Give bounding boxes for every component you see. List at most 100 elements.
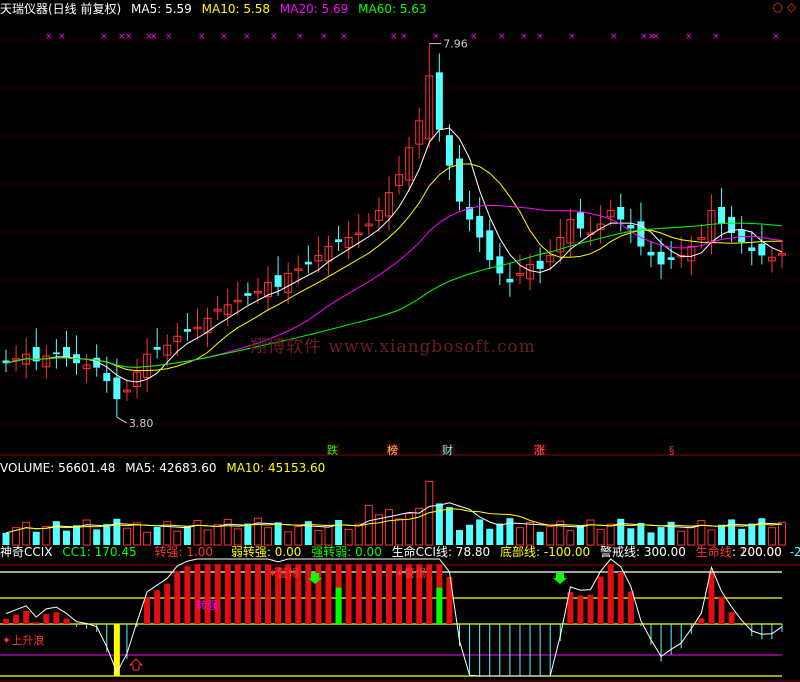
up-arrow-icon <box>128 658 144 671</box>
top-x-marker: × <box>400 32 408 42</box>
cci-bar-up <box>23 611 30 624</box>
cci-bar-up <box>194 564 201 624</box>
volume-bar-up <box>133 522 142 546</box>
cci-bar-up <box>355 564 362 624</box>
cci-bar-up <box>708 572 715 624</box>
candle-body-down <box>657 251 665 265</box>
candle-body-down <box>758 243 766 256</box>
volume-bar-down <box>627 528 635 545</box>
volume-bar-down <box>576 525 584 545</box>
candle-body-down <box>617 206 625 220</box>
volume-bar-up <box>767 527 776 546</box>
cci-bar-up <box>214 564 221 624</box>
event-marker: 跌 <box>327 443 338 457</box>
volume-bar-up <box>586 519 595 546</box>
volume-bar-down <box>506 518 514 545</box>
volume-bar-down <box>153 527 161 545</box>
shengming-cci-value: 生命CCI线: 78.80 <box>391 545 491 559</box>
volume-bar-up <box>566 530 575 546</box>
cci-bar-up <box>164 583 171 624</box>
top-x-marker: × <box>165 32 173 42</box>
cci-bar-up <box>375 564 382 624</box>
candle-body-down <box>486 230 494 260</box>
cci-bar-signal <box>335 587 342 624</box>
top-x-marker: × <box>470 32 478 42</box>
candle-body-down <box>445 135 453 166</box>
top-x-marker: × <box>536 32 544 42</box>
event-marker: 财 <box>442 443 453 457</box>
volume-bar-up <box>515 527 524 546</box>
volume-bar-up <box>526 521 535 546</box>
volume-bar-up <box>264 527 273 546</box>
candle-body-down <box>304 261 312 265</box>
volume-bar-up <box>193 520 202 546</box>
volume-bar-up <box>687 525 696 546</box>
volume-bar-down <box>274 522 282 545</box>
cci-bar-up <box>144 596 151 624</box>
cci-bar-up <box>617 572 624 624</box>
volume-bar-down <box>486 528 494 545</box>
volume-bar-down <box>113 518 121 545</box>
volume-bar-down <box>496 523 504 545</box>
volume-bar-up <box>324 524 333 546</box>
volume-bar-down <box>435 503 443 545</box>
volume-bar-up <box>22 521 31 546</box>
candle-body-down <box>506 278 514 283</box>
candle-body-down <box>738 229 746 242</box>
top-x-marker: × <box>568 32 576 42</box>
volume-bar-up <box>395 518 404 546</box>
down-arrow-icon <box>553 573 567 584</box>
top-x-marker: × <box>220 32 228 42</box>
cci-bar-up <box>53 612 60 624</box>
volume-bar-up <box>314 530 323 546</box>
volume-bar-down <box>93 529 101 545</box>
volume-bar-down <box>476 519 484 545</box>
volume-ma5-line <box>5 502 783 534</box>
cci-bar-signal <box>436 587 443 624</box>
candle-body-down <box>476 215 484 238</box>
volume-bar-down <box>73 525 81 545</box>
volume-bar-up <box>122 527 131 546</box>
cci-bar-up <box>174 571 181 624</box>
volume-bar-down <box>647 532 655 545</box>
top-x-marker: × <box>390 32 398 42</box>
volume-bar-up <box>143 531 152 546</box>
top-x-marker: × <box>520 32 528 42</box>
top-x-marker: × <box>652 32 660 42</box>
volume-bar-down <box>52 521 60 545</box>
volume-bar-down <box>32 531 40 545</box>
cci-bar-up <box>728 612 735 624</box>
candle-body-down <box>113 377 121 400</box>
candle-body-down <box>335 239 343 242</box>
top-x-marker: × <box>685 32 693 42</box>
top-x-marker: × <box>58 32 66 42</box>
volume-bar-up <box>606 523 615 546</box>
volume-bar-up <box>596 528 605 546</box>
volume-bar-down <box>183 525 191 545</box>
volume-bar-up <box>294 525 303 546</box>
cci-bar-up <box>3 618 9 624</box>
top-x-marker: × <box>100 32 108 42</box>
volume-bar-up <box>233 528 242 546</box>
volume-bar-down <box>103 524 111 545</box>
volume-bar-down <box>456 530 464 545</box>
cci-bar-up <box>597 576 604 624</box>
top-x-marker: × <box>198 32 206 42</box>
high-label: 7.96 <box>443 38 468 51</box>
candle-body-down <box>536 260 544 269</box>
volume-bar-up <box>415 507 424 546</box>
volume-bar-down <box>466 524 474 545</box>
volume-bar-down <box>617 518 625 545</box>
candle-body-down <box>183 329 191 332</box>
indicator-header: 神奇CCIX CC1: 170.45 转强: 1.00 弱转强: 0.00 强转… <box>0 545 788 559</box>
volume-bar-down <box>244 523 252 545</box>
candle-body-down <box>435 72 443 130</box>
cci-bar-up <box>244 564 251 624</box>
volume-ma5: MA5: 42683.60 <box>125 461 217 475</box>
cci-bar-up <box>577 595 584 624</box>
watermark: 翔博软件 www.xiangbosoft.com <box>250 337 536 357</box>
cci-bar-up <box>385 564 392 624</box>
candle-body-down <box>153 347 161 350</box>
top-x-marker: × <box>270 32 278 42</box>
candle-body-down <box>576 212 584 229</box>
